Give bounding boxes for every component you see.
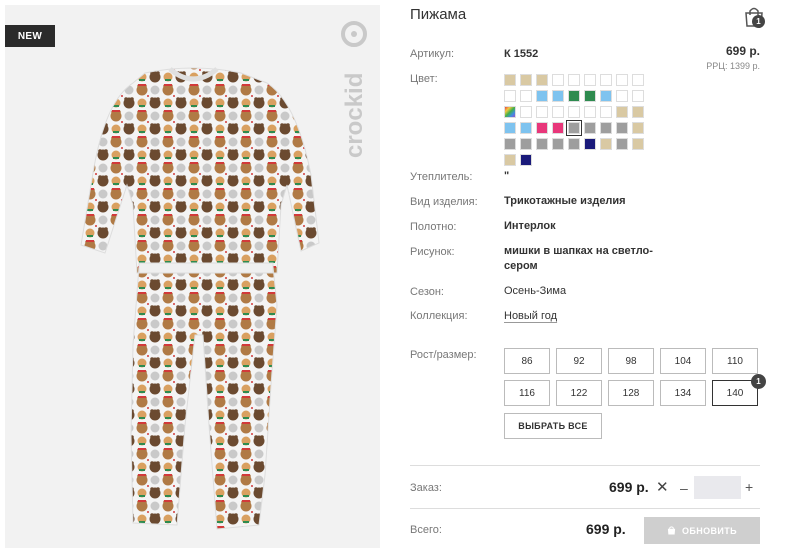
color-swatch[interactable]	[616, 106, 628, 118]
color-swatch[interactable]	[552, 138, 564, 150]
divider	[410, 465, 760, 466]
product-photo[interactable]: NEW crockid	[5, 5, 380, 548]
increase-button[interactable]: +	[745, 479, 753, 495]
color-swatch[interactable]	[616, 74, 628, 86]
collection-label: Коллекция:	[410, 310, 468, 322]
color-swatch[interactable]	[584, 90, 596, 102]
color-swatch[interactable]	[632, 90, 644, 102]
color-swatch[interactable]	[504, 106, 516, 118]
color-swatch[interactable]	[520, 138, 532, 150]
color-swatch[interactable]	[536, 74, 548, 86]
cart-count-badge: 1	[752, 15, 765, 28]
color-swatch[interactable]	[520, 106, 532, 118]
size-option-98[interactable]: 98	[608, 348, 654, 374]
article-value: К 1552	[504, 48, 539, 60]
size-option-128[interactable]: 128	[608, 380, 654, 406]
season-label: Сезон:	[410, 286, 444, 298]
color-swatch[interactable]	[600, 122, 612, 134]
size-option-104[interactable]: 104	[660, 348, 706, 374]
size-label: Рост/размер:	[410, 349, 477, 361]
color-swatch[interactable]	[520, 154, 532, 166]
new-badge: NEW	[5, 25, 55, 47]
color-swatch[interactable]	[568, 74, 580, 86]
decrease-button[interactable]: –	[680, 480, 688, 496]
color-swatch[interactable]	[552, 122, 564, 134]
season-value: Осень-Зима	[504, 285, 567, 297]
pattern-label: Рисунок:	[410, 246, 455, 258]
fabric-label: Полотно:	[410, 221, 457, 233]
color-swatch[interactable]	[520, 122, 532, 134]
article-label: Артикул:	[410, 48, 455, 60]
color-swatch[interactable]	[504, 154, 516, 166]
color-swatch[interactable]	[536, 138, 548, 150]
color-swatch[interactable]	[552, 90, 564, 102]
color-swatch[interactable]	[552, 74, 564, 86]
color-swatch[interactable]	[568, 138, 580, 150]
color-swatch[interactable]	[552, 106, 564, 118]
color-swatch[interactable]	[616, 122, 628, 134]
color-swatch[interactable]	[566, 120, 582, 136]
product-price: 699 р.	[725, 44, 760, 58]
color-swatch[interactable]	[536, 90, 548, 102]
color-swatch[interactable]	[600, 138, 612, 150]
color-swatch[interactable]	[536, 122, 548, 134]
total-price: 699 р.	[586, 521, 626, 537]
select-all-button[interactable]: ВЫБРАТЬ ВСЕ	[504, 413, 602, 439]
color-swatch[interactable]	[616, 138, 628, 150]
color-swatch[interactable]	[632, 122, 644, 134]
type-value: Трикотажные изделия	[504, 195, 626, 207]
size-count-badge: 1	[751, 374, 766, 389]
color-swatch[interactable]	[600, 106, 612, 118]
color-swatch[interactable]	[632, 138, 644, 150]
color-swatch[interactable]	[584, 106, 596, 118]
pajama-image	[80, 67, 320, 530]
remove-icon[interactable]: ✕	[656, 478, 669, 496]
fabric-value: Интерлок	[504, 220, 556, 232]
bag-icon	[667, 526, 676, 535]
color-swatch[interactable]	[584, 122, 596, 134]
size-grid: 86 92 98 104 110 116 122 128 134 140	[504, 348, 758, 406]
size-option-110[interactable]: 110	[712, 348, 758, 374]
size-option-86[interactable]: 86	[504, 348, 550, 374]
color-swatch[interactable]	[632, 74, 644, 86]
product-title: Пижама	[410, 6, 467, 23]
total-label: Всего:	[410, 524, 442, 536]
size-option-122[interactable]: 122	[556, 380, 602, 406]
quantity-input[interactable]	[694, 476, 741, 499]
size-option-92[interactable]: 92	[556, 348, 602, 374]
color-swatch[interactable]	[600, 74, 612, 86]
color-swatch[interactable]	[616, 90, 628, 102]
color-swatch[interactable]	[584, 74, 596, 86]
collection-link[interactable]: Новый год	[504, 309, 557, 324]
size-option-116[interactable]: 116	[504, 380, 550, 406]
size-option-134[interactable]: 134	[660, 380, 706, 406]
color-swatch[interactable]	[504, 74, 516, 86]
color-swatch[interactable]	[504, 138, 516, 150]
order-price: 699 р.	[609, 479, 649, 495]
color-label: Цвет:	[410, 73, 438, 85]
divider	[410, 508, 760, 509]
color-swatch[interactable]	[536, 106, 548, 118]
color-swatch[interactable]	[568, 106, 580, 118]
type-label: Вид изделия:	[410, 196, 478, 208]
svg-text:crockid: crockid	[341, 73, 368, 158]
color-swatch[interactable]	[632, 106, 644, 118]
color-swatch[interactable]	[504, 122, 516, 134]
insulation-label: Утеплитель:	[410, 171, 473, 183]
order-label: Заказ:	[410, 482, 442, 494]
color-swatch[interactable]	[568, 90, 580, 102]
color-swatch[interactable]	[584, 138, 596, 150]
insulation-value: "	[504, 170, 510, 182]
brand-logo: crockid	[341, 21, 368, 158]
color-swatch[interactable]	[520, 90, 532, 102]
color-swatch[interactable]	[504, 90, 516, 102]
color-swatches	[504, 74, 644, 166]
color-swatch[interactable]	[600, 90, 612, 102]
update-button[interactable]: ОБНОВИТЬ	[644, 517, 760, 544]
color-swatch[interactable]	[520, 74, 532, 86]
pattern-value: мишки в шапках на светло-сером	[504, 245, 653, 272]
rrc-price: РРЦ: 1399 р.	[706, 61, 760, 71]
update-button-label: ОБНОВИТЬ	[681, 525, 738, 536]
